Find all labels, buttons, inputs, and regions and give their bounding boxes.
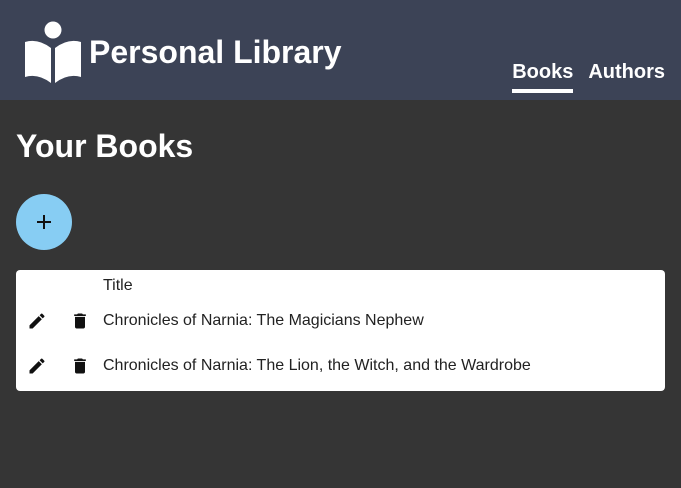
trash-icon[interactable] bbox=[69, 355, 91, 377]
table-row: Chronicles of Narnia: The Lion, the Witc… bbox=[16, 345, 665, 385]
library-logo-icon bbox=[25, 21, 81, 83]
nav-link-authors[interactable]: Authors bbox=[588, 60, 665, 93]
main-nav: Books Authors bbox=[512, 60, 665, 93]
app-title: Personal Library bbox=[89, 34, 342, 70]
trash-icon[interactable] bbox=[69, 310, 91, 332]
nav-link-books[interactable]: Books bbox=[512, 60, 574, 93]
book-title: Chronicles of Narnia: The Magicians Neph… bbox=[103, 312, 424, 329]
book-title: Chronicles of Narnia: The Lion, the Witc… bbox=[103, 357, 531, 374]
app-header: Personal Library Books Authors bbox=[0, 0, 681, 100]
add-book-button[interactable] bbox=[16, 194, 72, 250]
pencil-icon[interactable] bbox=[26, 355, 48, 377]
page-title: Your Books bbox=[16, 128, 194, 164]
books-table: Title Chronicles of Narnia: The Magician… bbox=[16, 270, 665, 391]
column-header-title: Title bbox=[103, 277, 133, 294]
table-row: Chronicles of Narnia: The Magicians Neph… bbox=[16, 300, 665, 340]
pencil-icon[interactable] bbox=[26, 310, 48, 332]
plus-icon bbox=[37, 215, 51, 229]
